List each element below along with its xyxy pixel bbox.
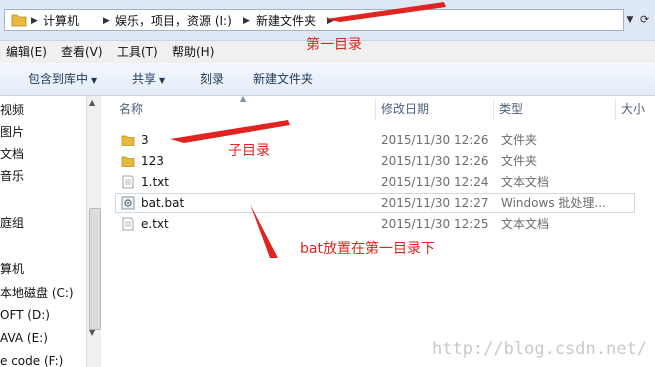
nav-scrollbar[interactable]: ▲ ▼ — [86, 96, 101, 367]
folder-icon — [121, 135, 135, 146]
menu-view[interactable]: 查看(V) — [61, 44, 103, 60]
nav-item-music[interactable]: 音乐 — [0, 167, 24, 185]
nav-item-computer[interactable]: 算机 — [0, 260, 24, 278]
file-name: 1.txt — [141, 175, 169, 189]
column-header-size[interactable]: 大小 — [621, 96, 645, 122]
scroll-up-icon[interactable]: ▲ — [89, 98, 95, 107]
sort-ascending-icon: ▲ — [240, 94, 247, 103]
file-name: bat.bat — [141, 196, 185, 210]
file-date: 2015/11/30 12:26 — [381, 133, 489, 147]
breadcrumb-drive[interactable]: 娱乐，项目，资源 (I:) — [115, 13, 232, 29]
breadcrumb-computer[interactable]: 计算机 — [43, 13, 79, 29]
navigation-pane: 视频 图片 文档 音乐 庭组 算机 本地磁盘 (C:) OFT (D:) AVA… — [0, 96, 100, 367]
address-bar[interactable]: ▶ 计算机 ▶ 娱乐，项目，资源 (I:) ▶ 新建文件夹 ▶ — [4, 9, 624, 31]
list-item[interactable]: 3 2015/11/30 12:26 文件夹 — [115, 130, 635, 150]
list-item[interactable]: 123 2015/11/30 12:26 文件夹 — [115, 151, 635, 171]
nav-item-pictures[interactable]: 图片 — [0, 123, 24, 141]
list-item-selected[interactable]: bat.bat 2015/11/30 12:27 Windows 批处理... — [115, 193, 635, 213]
include-in-library-button[interactable]: 包含到库中 ▼ — [28, 71, 97, 87]
burn-button[interactable]: 刻录 — [200, 71, 224, 87]
menu-tools[interactable]: 工具(T) — [117, 44, 158, 60]
file-type: 文本文档 — [501, 217, 550, 231]
list-item[interactable]: e.txt 2015/11/30 12:25 文本文档 — [115, 214, 635, 234]
breadcrumb-folder[interactable]: 新建文件夹 — [256, 13, 316, 29]
file-name: 3 — [141, 133, 149, 147]
column-header-name[interactable]: 名称 — [119, 96, 143, 122]
nav-item-drive-e[interactable]: AVA (E:) — [0, 329, 48, 347]
file-list: ▲ 名称 修改日期 类型 大小 3 2015/11/30 12:26 文件夹 1… — [101, 94, 655, 367]
column-header-type[interactable]: 类型 — [499, 96, 523, 122]
file-name: 123 — [141, 154, 164, 168]
menu-help[interactable]: 帮助(H) — [172, 44, 214, 60]
breadcrumb-separator[interactable]: ▶ — [31, 13, 39, 29]
file-type: 文件夹 — [501, 154, 538, 168]
refresh-icon[interactable]: ⟳ — [640, 9, 655, 31]
new-folder-button[interactable]: 新建文件夹 — [253, 71, 313, 87]
file-name: e.txt — [141, 217, 169, 231]
column-divider[interactable] — [375, 98, 376, 120]
nav-item-videos[interactable]: 视频 — [0, 101, 24, 119]
folder-icon — [11, 14, 27, 27]
nav-item-drive-d[interactable]: OFT (D:) — [0, 306, 50, 324]
column-header-date[interactable]: 修改日期 — [381, 96, 429, 122]
nav-item-drive-c[interactable]: 本地磁盘 (C:) — [0, 284, 74, 302]
chevron-down-icon: ▼ — [159, 76, 166, 85]
file-type: 文本文档 — [501, 175, 550, 189]
file-date: 2015/11/30 12:24 — [381, 175, 489, 189]
file-type: 文件夹 — [501, 133, 538, 147]
chevron-down-icon: ▼ — [91, 76, 98, 85]
scroll-down-icon[interactable]: ▼ — [89, 328, 95, 337]
watermark: http://blog.csdn.net/ — [432, 339, 647, 359]
text-file-icon — [122, 217, 134, 231]
scrollbar-thumb[interactable] — [89, 208, 101, 330]
list-item[interactable]: 1.txt 2015/11/30 12:24 文本文档 — [115, 172, 635, 192]
column-divider[interactable] — [615, 98, 616, 120]
nav-item-drive-f[interactable]: e code (F:) — [0, 352, 63, 367]
nav-item-documents[interactable]: 文档 — [0, 145, 24, 163]
include-label: 包含到库中 — [28, 72, 89, 86]
nav-item-homegroup[interactable]: 庭组 — [0, 214, 24, 232]
annotation-first-dir: 第一目录 — [306, 37, 362, 53]
file-date: 2015/11/30 12:27 — [381, 196, 489, 210]
batch-file-icon — [121, 196, 135, 210]
menu-edit[interactable]: 编辑(E) — [6, 44, 47, 60]
share-button[interactable]: 共享 ▼ — [132, 71, 165, 87]
annotation-bat-note: bat放置在第一目录下 — [300, 241, 435, 257]
command-bar: 包含到库中 ▼ 共享 ▼ 刻录 新建文件夹 — [0, 63, 655, 96]
text-file-icon — [122, 175, 134, 189]
column-divider[interactable] — [493, 98, 494, 120]
breadcrumb-separator[interactable]: ▶ — [103, 13, 111, 29]
breadcrumb-separator[interactable]: ▶ — [327, 13, 335, 29]
address-dropdown-button[interactable]: ▼ — [624, 9, 636, 31]
file-date: 2015/11/30 12:26 — [381, 154, 489, 168]
share-label: 共享 — [132, 72, 157, 86]
annotation-sub-dir: 子目录 — [228, 143, 270, 159]
folder-icon — [121, 156, 135, 167]
breadcrumb-separator[interactable]: ▶ — [243, 13, 251, 29]
file-date: 2015/11/30 12:25 — [381, 217, 489, 231]
file-type: Windows 批处理... — [501, 196, 606, 210]
